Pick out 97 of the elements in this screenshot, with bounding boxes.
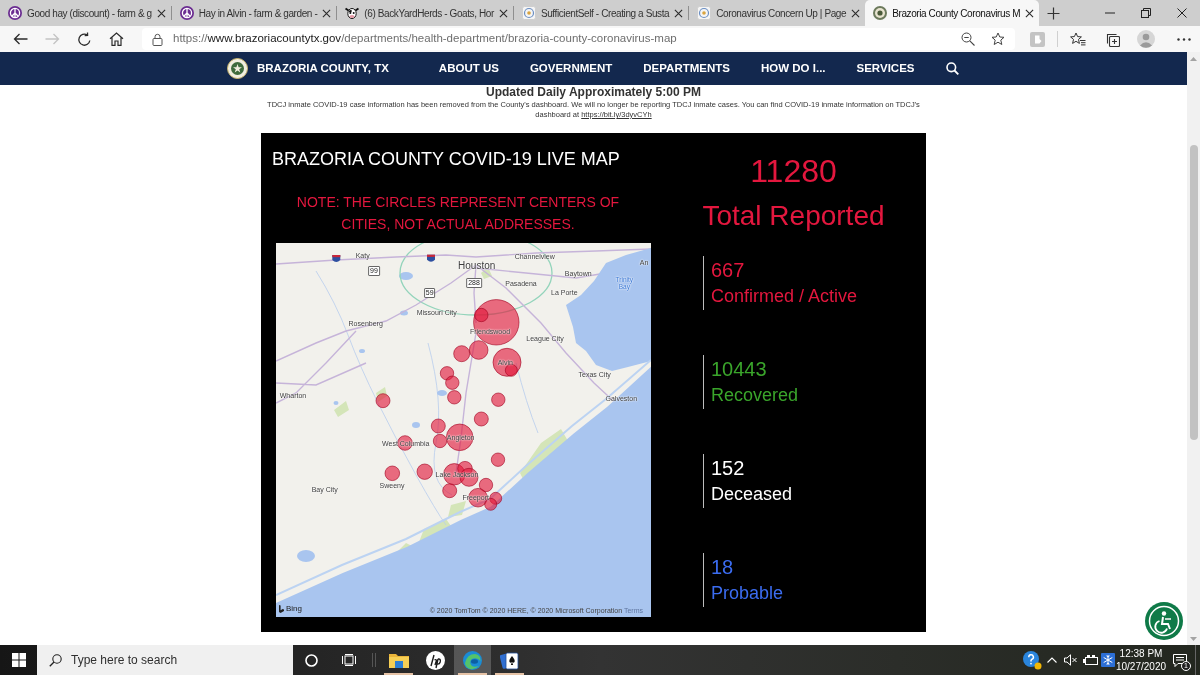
city-marker: [453, 345, 471, 363]
city-marker: [490, 452, 506, 467]
close-icon[interactable]: [674, 8, 684, 18]
browser-tab[interactable]: Coronavirus Concern Up | Page: [689, 0, 866, 26]
total-count: 11280: [750, 153, 837, 189]
lock-icon: [152, 32, 163, 46]
close-icon[interactable]: [322, 8, 332, 18]
seal-logo-icon[interactable]: [227, 58, 248, 79]
playing-cards-icon: [500, 650, 519, 670]
stat-value: 10443: [711, 357, 768, 382]
scrollbar-thumb[interactable]: [1189, 145, 1198, 440]
nav-link[interactable]: SERVICES: [856, 59, 915, 78]
round-logo-icon: [426, 650, 445, 670]
stat-label: Deceased: [711, 483, 794, 506]
star-icon[interactable]: [991, 32, 1005, 46]
accessibility-button[interactable]: [1145, 602, 1183, 640]
seal-icon: [873, 6, 888, 20]
restore-icon: [1141, 8, 1151, 18]
clock-date[interactable]: 10/27/2020: [1115, 660, 1167, 673]
city-marker: [478, 477, 494, 493]
search-icon: [49, 654, 62, 667]
site-title[interactable]: BRAZORIA COUNTY, TX: [257, 59, 389, 78]
forward-arrow-icon: [44, 32, 60, 46]
round-logo-icon: [521, 6, 536, 20]
zoom-out-icon[interactable]: [961, 32, 975, 46]
nav-link[interactable]: HOW DO I...: [761, 59, 826, 78]
nav-link[interactable]: GOVERNMENT: [529, 59, 613, 78]
update-schedule-text: Updated Daily Approximately 5:00 PM: [486, 85, 701, 99]
round-logo-icon: [697, 6, 712, 20]
stat-value: 18: [711, 555, 735, 580]
home-icon: [108, 32, 124, 46]
close-icon[interactable]: [156, 8, 166, 18]
task-view-icon: [341, 654, 356, 666]
search-icon[interactable]: [946, 62, 960, 75]
logo-icon: [279, 604, 284, 613]
running-indicator: [458, 673, 487, 675]
cow-face-icon: [345, 6, 360, 20]
running-indicator: [384, 673, 413, 675]
city-marker: [491, 392, 506, 407]
dashboard-title: BRAZORIA COUNTY COVID-19 LIVE MAP: [272, 148, 621, 171]
map-note: NOTE: THE CIRCLES REPRESENT CENTERS OF CITIES, NOT ACTUAL ADDRESSES.: [295, 193, 621, 234]
stat-label: Recovered: [711, 384, 800, 407]
battery-icon[interactable]: [1082, 655, 1098, 665]
browser-tab[interactable]: Good hay (discount) - farm & g: [0, 0, 171, 26]
city-marker: [447, 390, 462, 405]
stat-label: Confirmed / Active: [711, 285, 859, 308]
more-icon: [1177, 37, 1191, 41]
peace-sign-icon: [8, 6, 22, 20]
peace-sign-icon: [179, 6, 194, 20]
stat-label: Probable: [711, 582, 785, 605]
folder-icon: [388, 652, 409, 668]
city-marker: [445, 375, 460, 390]
stat-value: 667: [711, 258, 746, 283]
back-arrow-icon: [12, 32, 28, 46]
stat-value: 152: [711, 456, 746, 481]
search-field[interactable]: Type here to search: [37, 645, 293, 675]
city-marker: [489, 491, 503, 505]
city-marker: [375, 393, 391, 409]
wheelchair-icon: [1148, 605, 1180, 637]
edge-browser-button[interactable]: [454, 645, 491, 675]
browser-swirl-icon: [463, 650, 482, 670]
circle-icon: [305, 653, 318, 667]
close-icon: [1177, 8, 1187, 18]
collections-icon: [1104, 31, 1120, 47]
nav-link[interactable]: ABOUT US: [438, 59, 499, 78]
muted-speaker-icon[interactable]: [1064, 654, 1078, 666]
nav-link[interactable]: DEPARTMENTS: [643, 59, 730, 78]
snowflake-icon[interactable]: [1101, 653, 1115, 667]
city-marker: [439, 366, 455, 381]
windows-logo-icon: [11, 653, 26, 667]
map-label: Houston: [458, 259, 496, 271]
plus-icon: [1046, 6, 1060, 20]
notification-icon[interactable]: [1173, 653, 1187, 667]
close-icon[interactable]: [1025, 8, 1035, 18]
browser-tab[interactable]: Brazoria County Coronavirus M: [865, 0, 1040, 26]
favorites-icon: [1070, 32, 1086, 46]
running-indicator: [495, 673, 524, 675]
chevron-up-icon[interactable]: [1047, 657, 1057, 663]
city-marker: [384, 465, 400, 481]
refresh-icon: [76, 31, 92, 47]
interstate-shield-icon: [427, 254, 435, 262]
interstate-shield-icon: [332, 255, 341, 262]
grip-icon[interactable]: [371, 653, 376, 667]
avatar-icon: [1137, 30, 1155, 48]
close-icon[interactable]: [851, 8, 861, 18]
total-label: Total Reported: [702, 199, 885, 233]
browser-tab[interactable]: SufficientSelf - Creating a Susta: [513, 0, 689, 26]
browser-tab[interactable]: Hay in Alvin - farm & garden -: [171, 0, 337, 26]
browser-tab[interactable]: (6) BackYardHerds - Goats, Hor: [337, 0, 513, 26]
address-bar[interactable]: https://www.brazoriacountytx.gov/departments/health-department/brazoria-county-coronavirus-map: [142, 28, 1015, 50]
clock-time[interactable]: 12:38 PM: [1119, 647, 1163, 660]
extension-icon: [1029, 31, 1045, 47]
help-icon[interactable]: [1022, 650, 1042, 670]
map-provider-label: Bing: [286, 604, 302, 613]
close-icon[interactable]: [498, 8, 508, 18]
city-marker: [416, 463, 433, 480]
minimize-icon: [1105, 12, 1115, 14]
